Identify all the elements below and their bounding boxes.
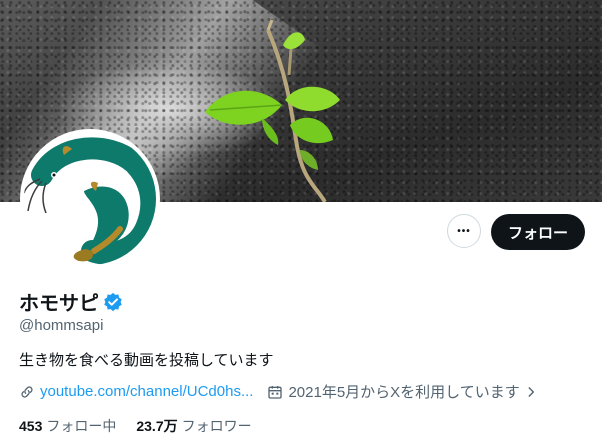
profile-avatar[interactable] — [20, 129, 160, 269]
follow-button-label: フォロー — [507, 224, 568, 242]
display-name: ホモサピ — [19, 293, 99, 315]
link-icon — [21, 385, 33, 398]
catfish-avatar-image — [24, 137, 156, 265]
profile-handle: @hommsapi — [19, 317, 104, 334]
profile-bio: 生き物を食べる動画を投稿しています — [19, 352, 274, 369]
more-icon: ••• — [457, 225, 471, 237]
more-options-button[interactable]: ••• — [447, 214, 481, 248]
calendar-icon — [268, 385, 283, 399]
following-stat[interactable]: 453 フォロー中 — [19, 416, 116, 436]
followers-label: フォロワー — [181, 418, 252, 434]
profile-meta: youtube.com/channel/UCd0hs... 2021年5月からX… — [19, 381, 538, 402]
chevron-right-icon[interactable] — [524, 385, 538, 399]
followers-count: 23.7万 — [136, 418, 178, 434]
followers-stat[interactable]: 23.7万 フォロワー — [136, 416, 251, 436]
follow-button[interactable]: フォロー — [491, 214, 585, 250]
following-count: 453 — [19, 418, 43, 434]
following-label: フォロー中 — [46, 418, 117, 434]
joined-date-item[interactable]: 2021年5月からXを利用しています — [267, 381, 537, 402]
joined-date: 2021年5月からXを利用しています — [288, 384, 520, 401]
verified-badge-icon[interactable] — [103, 292, 123, 312]
profile-name-row: ホモサピ — [19, 287, 123, 316]
profile-link-item[interactable]: youtube.com/channel/UCd0hs... — [19, 383, 253, 400]
profile-link[interactable]: youtube.com/channel/UCd0hs... — [40, 383, 253, 400]
follow-stats: 453 フォロー中 23.7万 フォロワー — [19, 416, 272, 436]
